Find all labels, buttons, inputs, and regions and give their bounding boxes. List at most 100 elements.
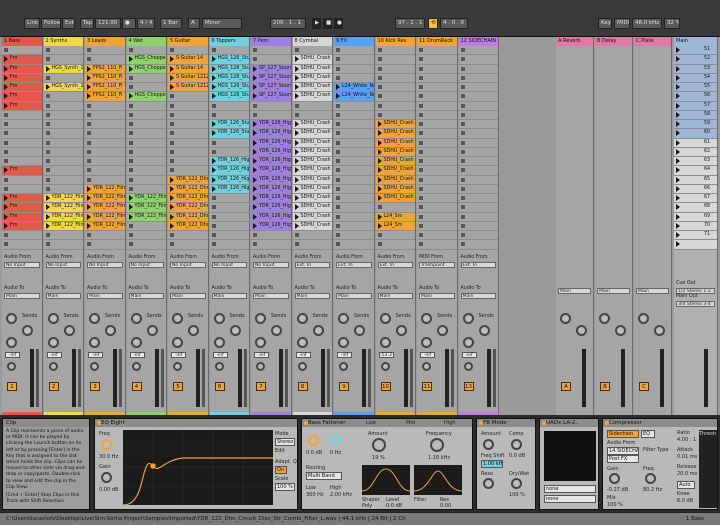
clip-stop-icon[interactable] bbox=[87, 122, 91, 126]
empty-clip-slot[interactable] bbox=[2, 157, 42, 167]
clip-stop-icon[interactable] bbox=[336, 177, 340, 182]
clip-stop-icon[interactable] bbox=[45, 168, 50, 173]
clip-stop-icon[interactable] bbox=[128, 103, 133, 108]
clip-stop-icon[interactable] bbox=[45, 57, 50, 62]
scene-play-icon[interactable] bbox=[676, 232, 680, 238]
output-select[interactable]: Main bbox=[336, 293, 372, 299]
clip-stop-icon[interactable] bbox=[211, 149, 216, 154]
clip-play-icon[interactable] bbox=[87, 93, 91, 100]
clip-play-icon[interactable] bbox=[128, 195, 133, 201]
clip-play-icon[interactable] bbox=[294, 130, 299, 137]
clip-play-icon[interactable] bbox=[377, 148, 382, 155]
clip-stop-icon[interactable] bbox=[87, 233, 91, 237]
track-header[interactable]: 3 Leads bbox=[85, 37, 125, 46]
empty-clip-slot[interactable] bbox=[417, 166, 457, 176]
clip-slot[interactable]: YDR_126_Stup bbox=[209, 129, 249, 139]
empty-clip-slot[interactable] bbox=[334, 74, 374, 83]
track-header[interactable]: 8 Cymbal bbox=[292, 37, 332, 46]
volume-fader[interactable] bbox=[202, 349, 205, 407]
eq-mode-select[interactable]: Stereo bbox=[275, 438, 295, 446]
empty-clip-slot[interactable] bbox=[334, 102, 374, 111]
comp-gain-knob[interactable] bbox=[609, 473, 620, 484]
eq-adapt-toggle[interactable]: On bbox=[275, 466, 287, 474]
empty-clip-slot[interactable] bbox=[126, 185, 166, 194]
clip-slot[interactable]: L24_Sm bbox=[375, 212, 415, 222]
clip-slot[interactable]: YDR_122_Film bbox=[43, 194, 83, 204]
loop-button[interactable]: ⟲ bbox=[428, 18, 438, 29]
clip-stop-icon[interactable] bbox=[419, 214, 423, 219]
clip-play-icon[interactable] bbox=[4, 222, 8, 229]
empty-clip-slot[interactable] bbox=[168, 148, 208, 157]
track-activator[interactable]: 7 bbox=[256, 382, 266, 391]
clip-stop-icon[interactable] bbox=[4, 159, 8, 163]
send-knob[interactable] bbox=[6, 313, 17, 324]
empty-clip-slot[interactable] bbox=[43, 157, 83, 167]
clip-play-icon[interactable] bbox=[377, 195, 382, 201]
empty-clip-slot[interactable] bbox=[43, 55, 83, 65]
clip-play-icon[interactable] bbox=[4, 74, 8, 81]
clip-play-icon[interactable] bbox=[4, 213, 8, 220]
clip-slot[interactable]: YDR_126_High bbox=[209, 184, 249, 194]
compressor-title[interactable]: Compressor bbox=[603, 419, 717, 427]
scene-play-icon[interactable] bbox=[676, 65, 680, 72]
clip-slot[interactable]: YDR_126_High bbox=[251, 212, 291, 222]
clip-stop-icon[interactable] bbox=[170, 103, 174, 108]
empty-clip-slot[interactable] bbox=[2, 176, 42, 185]
empty-clip-slot[interactable] bbox=[209, 139, 249, 148]
clip-stop-icon[interactable] bbox=[336, 196, 340, 200]
clip-slot[interactable]: YDR_126_High bbox=[251, 184, 291, 194]
empty-clip-slot[interactable] bbox=[417, 65, 457, 74]
clip-play-icon[interactable] bbox=[294, 139, 299, 146]
clip-stop-icon[interactable] bbox=[336, 159, 340, 163]
empty-clip-slot[interactable] bbox=[209, 222, 249, 231]
empty-clip-slot[interactable] bbox=[168, 129, 208, 139]
empty-clip-slot[interactable] bbox=[43, 166, 83, 176]
tap-button[interactable]: Tap bbox=[80, 18, 94, 29]
clip-stop-icon[interactable] bbox=[45, 131, 50, 136]
empty-clip-slot[interactable] bbox=[251, 231, 291, 241]
clip-slot[interactable]: YDR_126_High bbox=[209, 175, 249, 185]
empty-clip-slot[interactable] bbox=[334, 120, 374, 130]
clip-stop-icon[interactable] bbox=[460, 177, 465, 182]
track-activator[interactable]: 3 bbox=[90, 382, 100, 391]
empty-clip-slot[interactable] bbox=[292, 240, 332, 250]
clip-stop-icon[interactable] bbox=[128, 112, 133, 117]
scene-play-icon[interactable] bbox=[676, 121, 680, 127]
send-knob[interactable] bbox=[22, 325, 33, 336]
send-knob[interactable] bbox=[296, 337, 308, 348]
send-knob[interactable] bbox=[354, 325, 365, 336]
clip-play-icon[interactable] bbox=[87, 65, 91, 72]
volume-field[interactable]: -inf bbox=[212, 352, 228, 358]
empty-clip-slot[interactable] bbox=[334, 148, 374, 157]
clip-stop-icon[interactable] bbox=[253, 233, 257, 237]
clip-play-icon[interactable] bbox=[336, 93, 340, 100]
empty-clip-slot[interactable] bbox=[251, 102, 291, 111]
send-knob[interactable] bbox=[615, 325, 626, 336]
clip-stop-icon[interactable] bbox=[377, 66, 382, 71]
scene-play-icon[interactable] bbox=[676, 139, 680, 146]
clip-stop-icon[interactable] bbox=[45, 103, 50, 108]
empty-clip-slot[interactable] bbox=[334, 176, 374, 185]
clip-stop-icon[interactable] bbox=[377, 233, 382, 237]
output-select[interactable]: Main bbox=[211, 293, 247, 299]
scene-launch[interactable]: 51 bbox=[674, 46, 717, 56]
clip-play-icon[interactable] bbox=[170, 213, 174, 220]
empty-clip-slot[interactable] bbox=[85, 166, 125, 176]
empty-clip-slot[interactable] bbox=[458, 102, 498, 111]
clip-stop-icon[interactable] bbox=[87, 103, 91, 108]
clip-play-icon[interactable] bbox=[377, 130, 382, 137]
clip-slot[interactable]: YDR_122_Film bbox=[126, 203, 166, 213]
clip-play-icon[interactable] bbox=[211, 130, 216, 137]
fb-freq-shift-field[interactable]: 1.00 kHz bbox=[481, 460, 503, 468]
empty-clip-slot[interactable] bbox=[43, 129, 83, 139]
scene-launch[interactable]: 65 bbox=[674, 175, 717, 185]
clip-play-icon[interactable] bbox=[170, 222, 174, 229]
uadx-select-1[interactable]: none bbox=[544, 485, 596, 493]
clip-slot[interactable]: YDR_122_Film bbox=[85, 203, 125, 213]
output-select[interactable]: Main bbox=[377, 293, 413, 299]
volume-field[interactable]: -inf bbox=[171, 352, 186, 358]
scene-launch[interactable]: 61 bbox=[674, 138, 717, 148]
empty-clip-slot[interactable] bbox=[168, 157, 208, 167]
empty-clip-slot[interactable] bbox=[334, 65, 374, 74]
track-activator[interactable]: 4 bbox=[131, 382, 142, 391]
